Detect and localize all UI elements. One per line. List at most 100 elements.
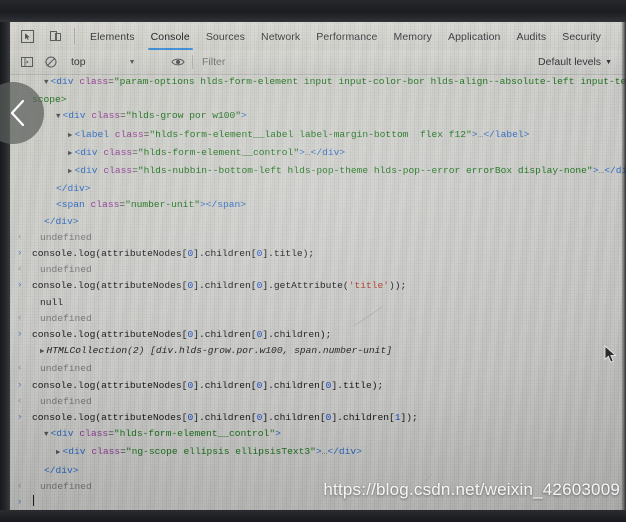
console-dom-line[interactable]: ▼ <div class="hlds-form-element__control"…	[10, 426, 626, 444]
console-object-line[interactable]: ▶ HTMLCollection(2) [div.hlds-grow.por.w1…	[10, 343, 626, 361]
output-arrow-icon: ‹	[17, 231, 23, 242]
toolbar-divider	[74, 28, 75, 44]
execution-context-select[interactable]: top ▼	[71, 56, 167, 68]
output-arrow-icon: ‹	[17, 363, 23, 374]
expander-open-icon[interactable]: ▼	[44, 428, 49, 443]
clear-console-icon[interactable]	[40, 51, 62, 73]
filterbar-divider	[192, 55, 193, 69]
console-result-line: ‹ undefined	[10, 311, 626, 327]
console-dom-line[interactable]: </div>	[10, 214, 626, 230]
console-input-line: › console.log(attributeNodes[0].children[…	[10, 278, 626, 294]
code-token: ].children[	[331, 412, 395, 424]
code-token: undefined	[40, 312, 92, 324]
code-token: ].title);	[331, 379, 384, 391]
code-token: ].children);	[262, 329, 332, 341]
expander-open-icon[interactable]: ▼	[44, 76, 49, 91]
output-arrow-icon: ‹	[17, 312, 23, 323]
tab-label: Network	[261, 30, 301, 43]
code-token: undefined	[40, 395, 92, 407]
code-token: ].children[	[193, 248, 257, 260]
console-dom-line[interactable]: ▼ <div class="param-options hlds-form-ele…	[10, 74, 626, 92]
output-arrow-icon: ‹	[17, 480, 23, 491]
code-token: "hlds-form-element__control"	[137, 146, 300, 158]
code-token: ].getAttribute(	[262, 280, 349, 292]
console-dom-line[interactable]: ▶ <div class="ng-scope ellipsis ellipsisT…	[10, 444, 626, 462]
code-token: undefined	[40, 480, 92, 492]
devtools-tabs: Elements Console Sources Network Performance…	[82, 23, 609, 50]
console-dom-line[interactable]: ▶ <div class="hlds-nubbin--bottom-left hl…	[10, 163, 626, 181]
console-dom-line[interactable]: </div>	[10, 463, 626, 479]
expander-closed-icon[interactable]: ▶	[56, 446, 61, 461]
tab-label: Application	[448, 30, 501, 43]
console-result-line: ‹ undefined	[10, 262, 626, 278]
device-toolbar-icon[interactable]	[44, 25, 66, 47]
tab-application[interactable]: Application	[440, 23, 508, 50]
console-log-line: null	[10, 295, 626, 311]
live-expression-eye-icon[interactable]	[171, 57, 185, 67]
monitor-bezel-bottom	[0, 510, 626, 522]
code-token: null	[40, 296, 64, 308]
console-dom-line[interactable]: scope>	[10, 92, 626, 108]
log-levels-dropdown[interactable]: Default levels ▼	[538, 56, 612, 68]
inspect-element-icon[interactable]	[16, 25, 38, 47]
console-result-line: ‹ undefined	[10, 394, 626, 410]
expander-closed-icon[interactable]: ▶	[68, 129, 73, 144]
code-token: <div	[74, 165, 104, 177]
code-token: </div>	[44, 464, 79, 476]
devtools-window: Elements Console Sources Network Performance…	[10, 22, 626, 510]
code-token: ].children[	[193, 412, 257, 424]
tab-security[interactable]: Security	[554, 23, 609, 50]
console-dom-line[interactable]: ▶ <label class="hlds-form-element__label …	[10, 127, 626, 145]
code-token: <span	[56, 199, 91, 211]
console-result-line: ‹ undefined	[10, 230, 626, 246]
prompt-arrow-icon: ›	[17, 497, 23, 508]
code-token: <label	[74, 128, 115, 140]
tab-audits[interactable]: Audits	[508, 23, 554, 50]
code-token: class	[91, 110, 121, 122]
expander-open-icon[interactable]: ▼	[56, 110, 61, 125]
code-token: ));	[389, 280, 407, 292]
code-token: undefined	[40, 363, 92, 375]
console-sidebar-icon[interactable]	[16, 51, 38, 73]
console-filterbar: top ▼ Default levels ▼	[10, 50, 626, 75]
code-token: console.log(attributeNodes[	[32, 329, 188, 341]
code-token: "ng-scope ellipsis ellipsisText3"	[125, 446, 316, 458]
filter-input[interactable]	[200, 55, 539, 69]
console-dom-line[interactable]: ▶ <div class="hlds-form-element__control"…	[10, 145, 626, 163]
code-token: "number-unit"	[125, 199, 200, 211]
input-arrow-icon: ›	[17, 412, 23, 423]
code-token: 'title'	[348, 280, 389, 292]
tab-network[interactable]: Network	[253, 23, 308, 50]
monitor-bezel-top	[0, 0, 626, 22]
output-arrow-icon: ‹	[17, 395, 23, 406]
tab-elements[interactable]: Elements	[82, 23, 143, 50]
console-input-line: › console.log(attributeNodes[0].children[…	[10, 410, 626, 426]
code-token: console.log(attributeNodes[	[32, 248, 188, 260]
tab-sources[interactable]: Sources	[198, 23, 253, 50]
code-token: >	[241, 110, 247, 122]
code-token: ].children[	[193, 379, 257, 391]
code-token: class	[79, 428, 109, 440]
text-caret	[33, 495, 34, 507]
tab-label: Sources	[205, 30, 246, 43]
code-token: "hlds-grow por w100"	[125, 110, 242, 122]
expander-closed-icon[interactable]: ▶	[68, 165, 73, 180]
console-dom-line[interactable]: </div>	[10, 181, 626, 197]
tab-label: Performance	[316, 30, 378, 43]
chevron-down-icon: ▼	[128, 58, 136, 66]
code-token: ].children[	[262, 379, 326, 391]
expander-closed-icon[interactable]: ▶	[40, 345, 45, 360]
tab-label: Console	[150, 30, 190, 43]
code-token: ].children[	[193, 329, 257, 341]
console-message-list[interactable]: ▼ <div class="param-options hlds-form-ele…	[10, 74, 626, 510]
code-token: console.log(attributeNodes[	[32, 379, 188, 391]
tab-performance[interactable]: Performance	[308, 23, 385, 50]
execution-context-label: top	[71, 56, 86, 68]
tab-label: Elements	[90, 30, 135, 43]
input-arrow-icon: ›	[17, 280, 23, 291]
console-dom-line[interactable]: ▼ <div class="hlds-grow por w100">	[10, 108, 626, 126]
console-dom-line[interactable]: <span class="number-unit"></span>	[10, 197, 626, 213]
tab-console[interactable]: Console	[143, 23, 198, 50]
expander-closed-icon[interactable]: ▶	[68, 147, 73, 162]
tab-memory[interactable]: Memory	[385, 23, 440, 50]
